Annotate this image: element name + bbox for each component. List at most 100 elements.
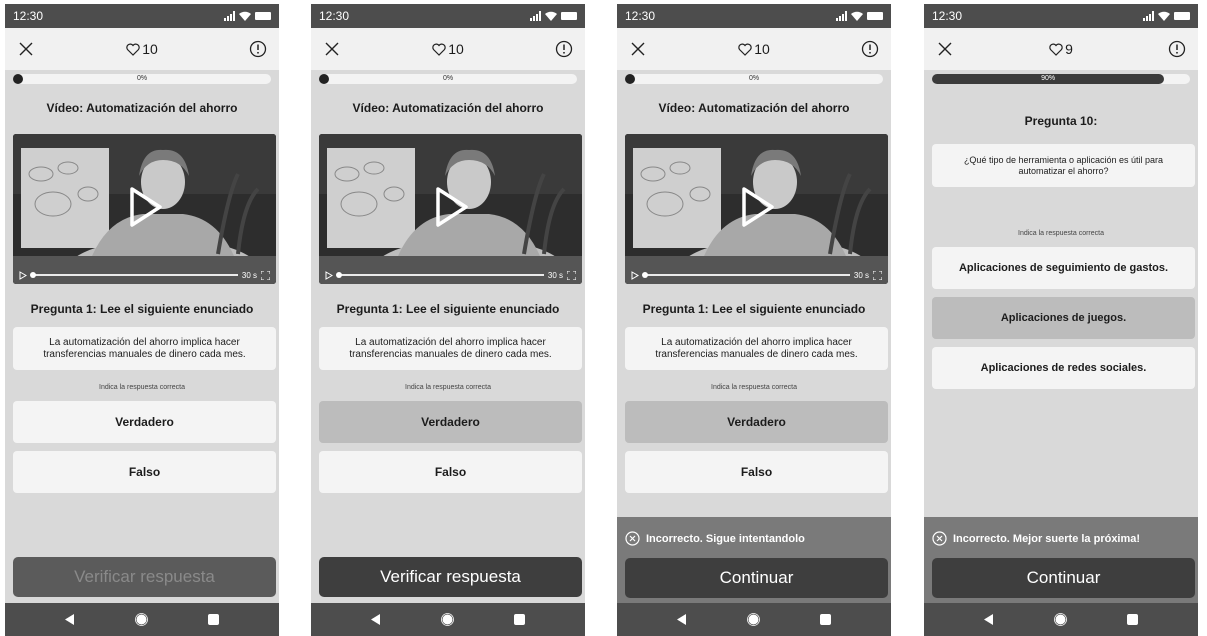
- video-seek-bar[interactable]: [30, 272, 238, 278]
- video-player[interactable]: 30 s: [319, 134, 582, 284]
- signal-icon: [1143, 11, 1154, 21]
- x-circle-icon: [625, 531, 640, 546]
- navigation-bar: [311, 603, 585, 636]
- battery-icon: [867, 12, 883, 20]
- lives-count: 10: [754, 41, 770, 57]
- feedback-message: Incorrecto. Sigue intentandolo: [625, 531, 805, 546]
- video-seek-bar[interactable]: [642, 272, 850, 278]
- alert-circle-icon[interactable]: [247, 38, 269, 60]
- navigation-bar: [617, 603, 891, 636]
- lives-counter: 9: [1049, 41, 1073, 57]
- x-circle-icon: [932, 531, 947, 546]
- alert-circle-icon[interactable]: [553, 38, 575, 60]
- video-controls: 30 s: [625, 266, 888, 284]
- lives-count: 10: [142, 41, 158, 57]
- continue-button[interactable]: Continuar: [932, 558, 1195, 598]
- option-verdadero[interactable]: Verdadero: [625, 401, 888, 443]
- status-time: 12:30: [13, 9, 44, 23]
- option-verdadero[interactable]: Verdadero: [319, 401, 582, 443]
- play-icon[interactable]: [435, 186, 469, 228]
- verify-button[interactable]: Verificar respuesta: [319, 557, 582, 597]
- nav-home-icon[interactable]: [441, 613, 454, 626]
- status-icons: [224, 11, 271, 21]
- video-duration: 30 s: [853, 270, 869, 280]
- heart-icon: [126, 43, 140, 56]
- phone-screen-2: 12:30 10 0% Vídeo: Automatización del ah…: [311, 4, 585, 636]
- fullscreen-icon[interactable]: [261, 270, 270, 280]
- nav-recents-icon[interactable]: [208, 614, 219, 625]
- option-falso[interactable]: Falso: [319, 451, 582, 493]
- question-statement: ¿Qué tipo de herramienta o aplicación es…: [932, 144, 1195, 187]
- top-bar: 10: [311, 28, 585, 70]
- top-bar: 10: [5, 28, 279, 70]
- question-statement: La automatización del ahorro implica hac…: [625, 327, 888, 370]
- top-bar: 10: [617, 28, 891, 70]
- option-falso[interactable]: Falso: [625, 451, 888, 493]
- question-statement: La automatización del ahorro implica hac…: [13, 327, 276, 370]
- video-player[interactable]: 30 s: [13, 134, 276, 284]
- seek-handle[interactable]: [642, 272, 648, 278]
- lives-count: 9: [1065, 41, 1073, 57]
- play-small-icon[interactable]: [19, 270, 27, 280]
- seek-handle[interactable]: [336, 272, 342, 278]
- close-icon[interactable]: [627, 38, 649, 60]
- video-seek-bar[interactable]: [336, 272, 544, 278]
- lives-counter: 10: [432, 41, 464, 57]
- battery-icon: [255, 12, 271, 20]
- close-icon[interactable]: [321, 38, 343, 60]
- option-falso[interactable]: Falso: [13, 451, 276, 493]
- seek-handle[interactable]: [30, 272, 36, 278]
- play-small-icon[interactable]: [325, 270, 333, 280]
- nav-back-icon[interactable]: [65, 614, 75, 625]
- progress-label: 90%: [1041, 75, 1056, 82]
- alert-circle-icon[interactable]: [859, 38, 881, 60]
- status-icons: [836, 11, 883, 21]
- question-statement: La automatización del ahorro implica hac…: [319, 327, 582, 370]
- nav-back-icon[interactable]: [371, 614, 381, 625]
- verify-button[interactable]: Verificar respuesta: [13, 557, 276, 597]
- nav-recents-icon[interactable]: [514, 614, 525, 625]
- option-juegos[interactable]: Aplicaciones de juegos.: [932, 297, 1195, 339]
- nav-home-icon[interactable]: [1054, 613, 1067, 626]
- video-controls: 30 s: [13, 266, 276, 284]
- nav-recents-icon[interactable]: [820, 614, 831, 625]
- play-small-icon[interactable]: [631, 270, 639, 280]
- wifi-icon: [851, 11, 863, 21]
- option-redes-sociales[interactable]: Aplicaciones de redes sociales.: [932, 347, 1195, 389]
- status-time: 12:30: [625, 9, 656, 23]
- fullscreen-icon[interactable]: [873, 270, 882, 280]
- status-icons: [1143, 11, 1190, 21]
- wifi-icon: [1158, 11, 1170, 21]
- question-title: Pregunta 1: Lee el siguiente enunciado: [30, 302, 254, 316]
- feedback-text: Incorrecto. Sigue intentandolo: [646, 532, 805, 545]
- phone-screen-3: 12:30 10 0% Vídeo: Automatización del ah…: [617, 4, 891, 636]
- option-verdadero[interactable]: Verdadero: [13, 401, 276, 443]
- nav-back-icon[interactable]: [677, 614, 687, 625]
- navigation-bar: [5, 603, 279, 636]
- feedback-message: Incorrecto. Mejor suerte la próxima!: [932, 531, 1140, 546]
- status-time: 12:30: [319, 9, 350, 23]
- status-bar: 12:30: [924, 4, 1198, 28]
- lives-counter: 10: [738, 41, 770, 57]
- video-title: Vídeo: Automatización del ahorro: [46, 101, 238, 115]
- nav-back-icon[interactable]: [984, 614, 994, 625]
- nav-home-icon[interactable]: [135, 613, 148, 626]
- play-icon[interactable]: [129, 186, 163, 228]
- nav-recents-icon[interactable]: [1127, 614, 1138, 625]
- answer-hint: Indica la respuesta correcta: [405, 384, 491, 391]
- signal-icon: [224, 11, 235, 21]
- close-icon[interactable]: [15, 38, 37, 60]
- fullscreen-icon[interactable]: [567, 270, 576, 280]
- answer-hint: Indica la respuesta correcta: [99, 384, 185, 391]
- nav-home-icon[interactable]: [747, 613, 760, 626]
- status-bar: 12:30: [311, 4, 585, 28]
- feedback-text: Incorrecto. Mejor suerte la próxima!: [953, 532, 1141, 545]
- question-title: Pregunta 10:: [1024, 114, 1098, 128]
- option-seguimiento-gastos[interactable]: Aplicaciones de seguimiento de gastos.: [932, 247, 1195, 289]
- close-icon[interactable]: [934, 38, 956, 60]
- video-player[interactable]: 30 s: [625, 134, 888, 284]
- continue-button[interactable]: Continuar: [625, 558, 888, 598]
- alert-circle-icon[interactable]: [1166, 38, 1188, 60]
- lives-counter: 10: [126, 41, 158, 57]
- play-icon[interactable]: [741, 186, 775, 228]
